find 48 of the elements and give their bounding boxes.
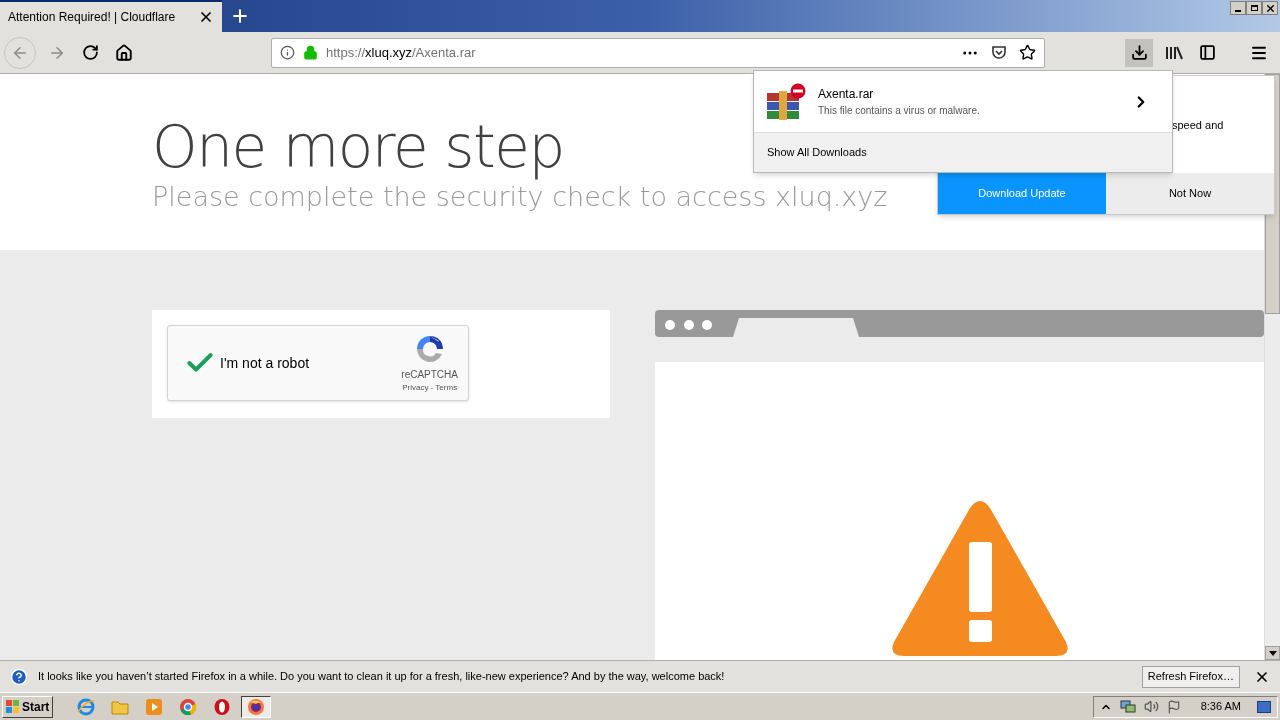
minimize-icon	[1235, 10, 1241, 12]
recaptcha-links[interactable]: Privacy - Terms	[402, 381, 458, 394]
download-file-name: Axenta.rar	[818, 86, 875, 103]
bookmark-star-icon[interactable]	[1019, 44, 1036, 61]
pocket-icon[interactable]	[991, 44, 1007, 61]
internet-explorer-icon	[77, 697, 96, 716]
info-icon[interactable]	[280, 45, 295, 60]
minimize-window-button[interactable]	[1230, 1, 1246, 15]
chrome-icon	[179, 697, 198, 716]
volume-icon[interactable]	[1143, 699, 1159, 714]
lock-icon[interactable]	[303, 45, 318, 60]
restore-icon	[1250, 5, 1258, 11]
new-tab-icon[interactable]	[230, 6, 250, 26]
help-icon	[10, 667, 28, 686]
not-now-button[interactable]: Not Now	[1106, 173, 1274, 214]
captcha-label: I'm not a robot	[220, 353, 311, 373]
start-button[interactable]: Start	[2, 695, 54, 718]
update-prompt-text: speed and	[1172, 119, 1224, 131]
url-field[interactable]: https://xluq.xyz/Axenta.rar	[271, 37, 1045, 68]
notification-message: It looks like you haven’t started Firefox in a while. Do you want to clean it up for a fresh, like-new experience? And by the way, welcome back!	[38, 669, 726, 685]
downloads-button[interactable]	[1125, 38, 1153, 67]
folder-icon	[111, 698, 130, 715]
windows-logo-icon	[6, 699, 20, 714]
sidebar-icon[interactable]	[1199, 44, 1216, 61]
page-subheading: Please complete the security check to access xluq.xyz	[152, 180, 888, 214]
library-icon[interactable]	[1165, 44, 1183, 61]
media-player-icon	[145, 697, 164, 716]
scroll-down-arrow-icon	[1268, 650, 1277, 656]
close-window-button[interactable]	[1262, 1, 1278, 15]
restore-window-button[interactable]	[1246, 1, 1262, 15]
network-icon[interactable]	[1119, 699, 1136, 714]
reload-icon[interactable]	[82, 44, 99, 61]
opera-icon	[213, 697, 232, 716]
clock: 8:36 AM	[1200, 699, 1241, 715]
recaptcha-brand: reCAPTCHA	[401, 367, 458, 382]
firefox-icon	[247, 697, 266, 716]
show-all-downloads-button[interactable]: Show All Downloads	[754, 133, 1172, 172]
page-heading: One more step	[152, 116, 564, 178]
refresh-firefox-button[interactable]: Refresh Firefox…	[1141, 665, 1240, 688]
download-icon	[1130, 44, 1148, 61]
flag-icon[interactable]	[1166, 699, 1181, 714]
close-tab-icon[interactable]	[198, 9, 214, 25]
show-desktop-icon[interactable]	[1257, 700, 1271, 713]
home-icon[interactable]	[115, 43, 133, 62]
download-status: This file contains a virus or malware.	[818, 104, 981, 118]
taskbar-app[interactable]	[241, 695, 272, 718]
browser-tab[interactable]: Attention Required! | Cloudflare	[0, 0, 222, 32]
close-icon	[1264, 2, 1276, 14]
